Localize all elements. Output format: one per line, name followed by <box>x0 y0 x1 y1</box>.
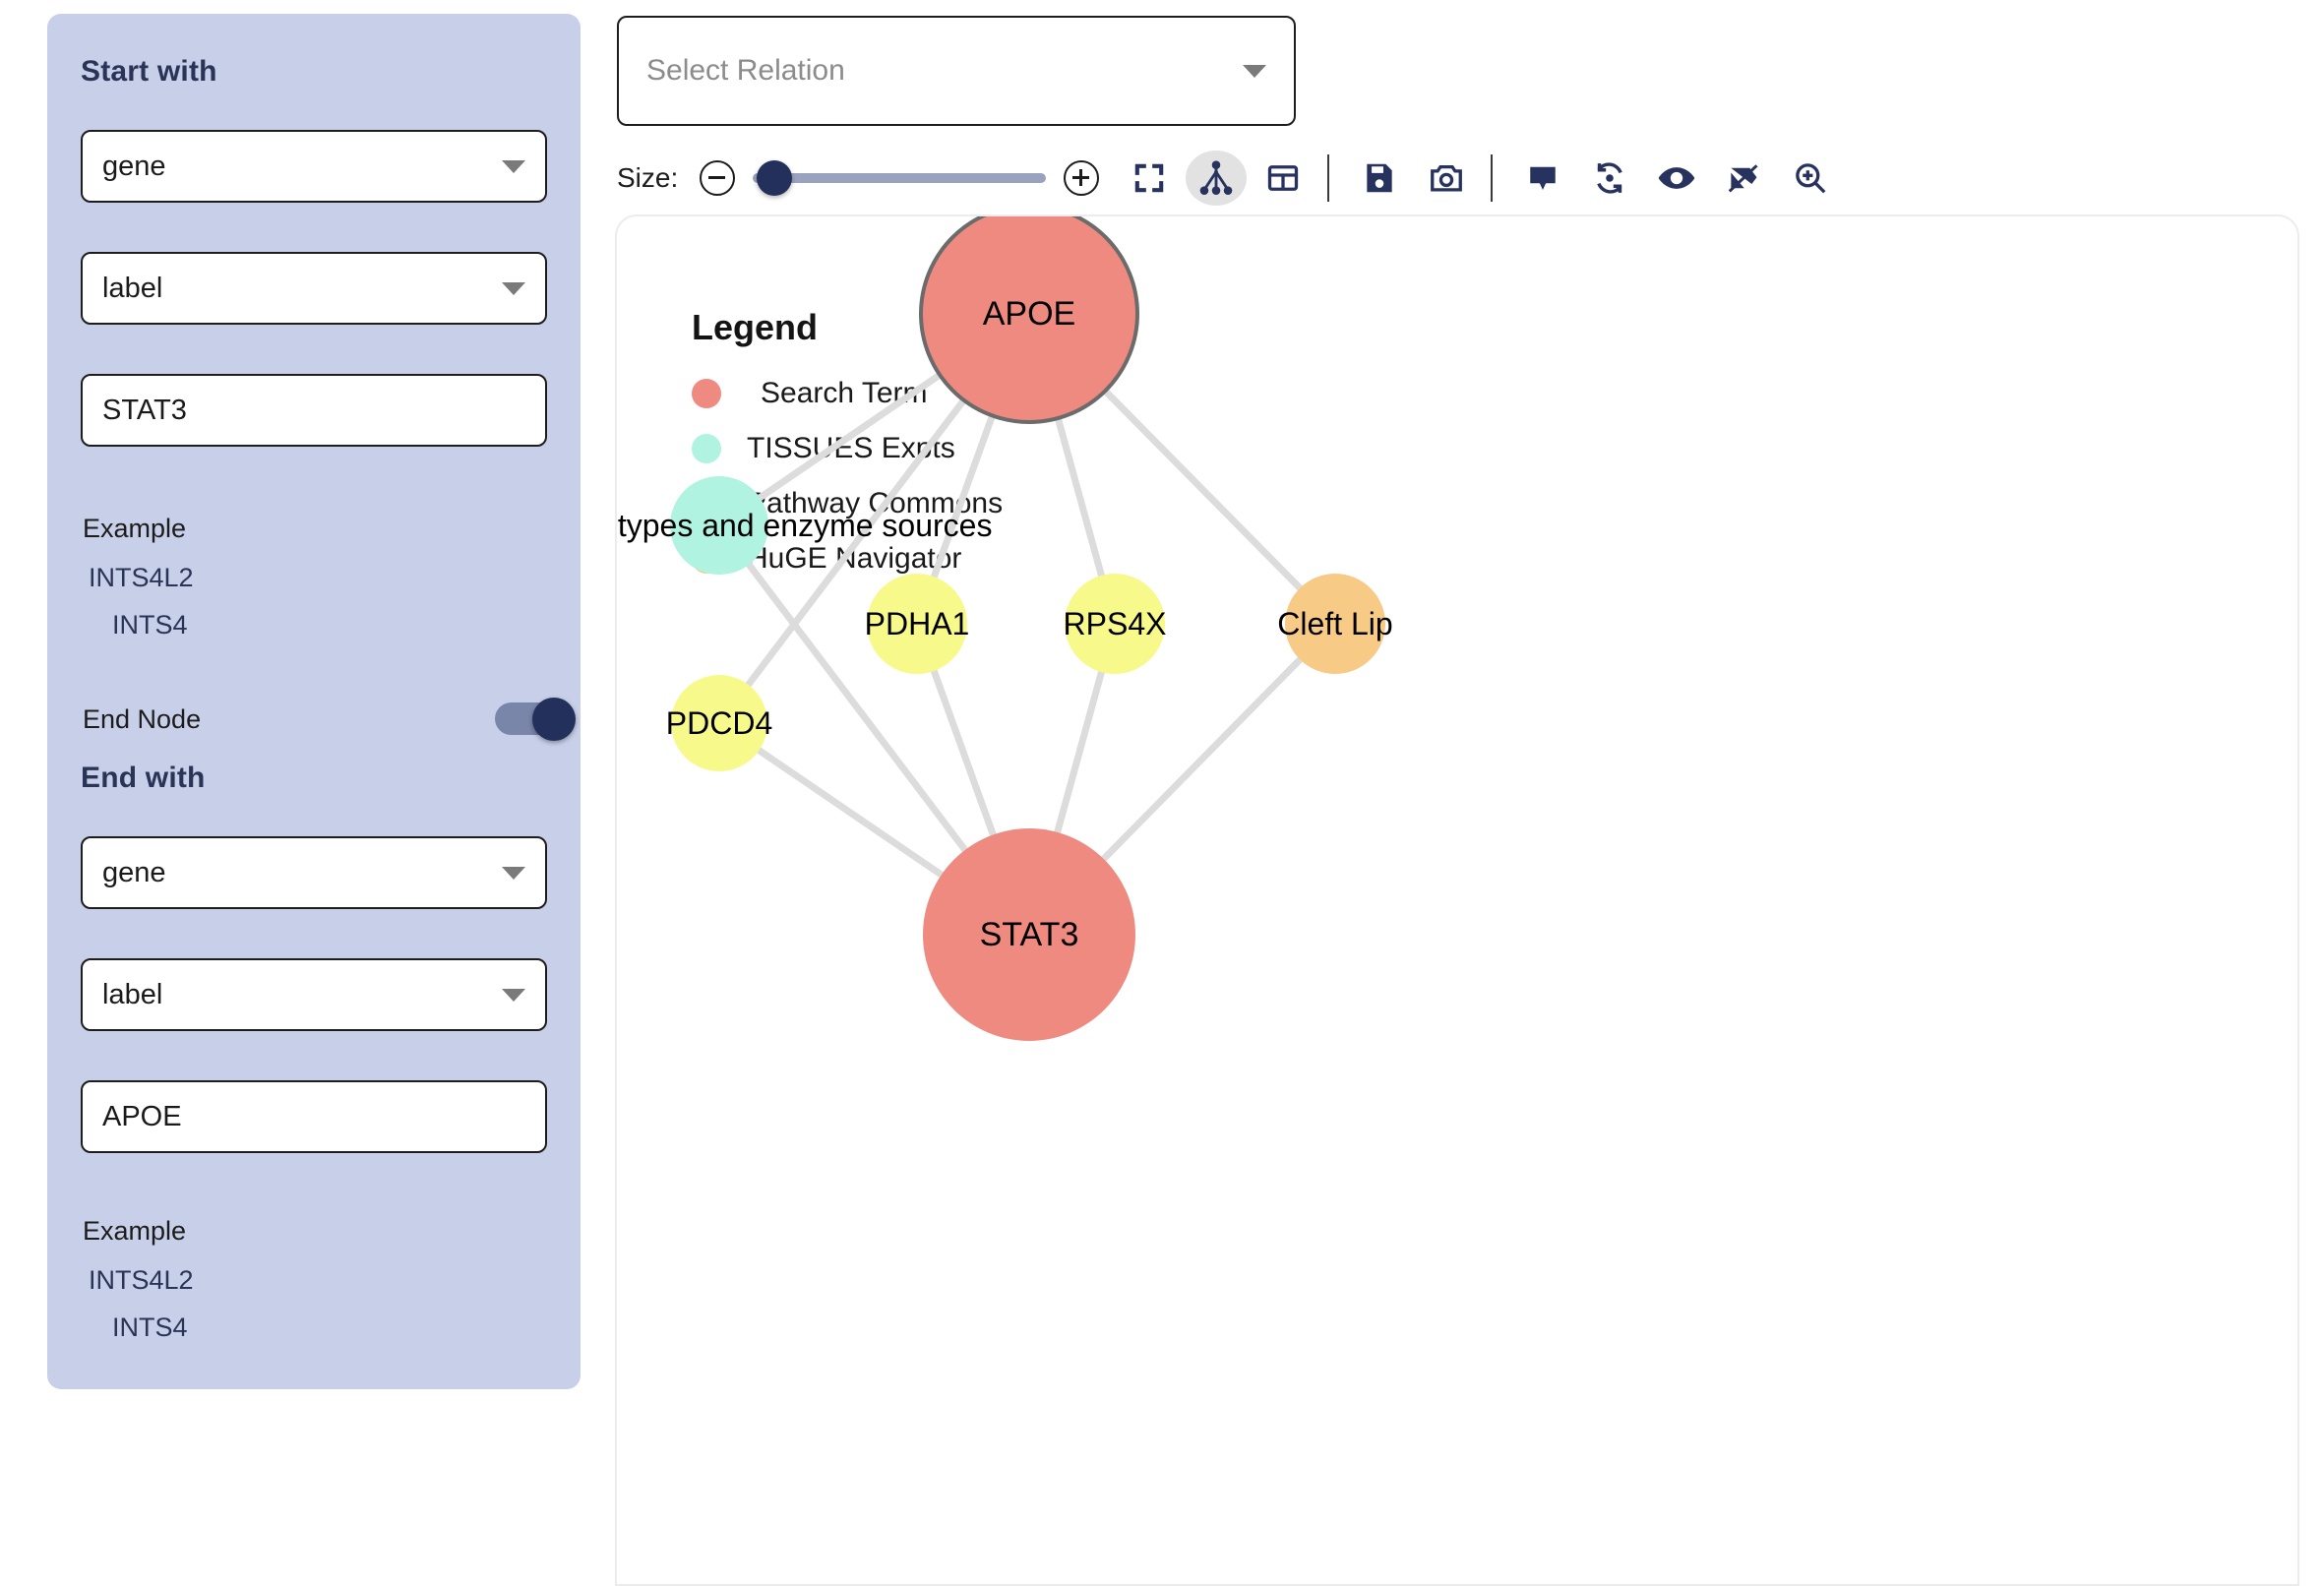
start-example-label: Example <box>83 514 187 543</box>
query-builder-panel: Start with gene label STAT3 Example INTS… <box>47 14 581 1389</box>
graph-node-label: APOE <box>983 295 1075 333</box>
start-with-heading: Start with <box>81 55 217 88</box>
graph-node-label: PDCD4 <box>666 705 772 741</box>
start-node-type-select[interactable]: gene <box>81 130 547 203</box>
comment-icon[interactable] <box>1512 151 1573 206</box>
network-graph-icon[interactable] <box>1186 151 1248 206</box>
graph-node-label: Cleft Lip <box>1277 606 1392 641</box>
graph-node[interactable]: tissues, cell types and enzyme sources <box>617 476 992 575</box>
network-graph-svg[interactable]: APOE STAT3 tissues, cell types and enzyme … <box>617 216 2299 1586</box>
camera-icon[interactable] <box>1416 151 1477 206</box>
slider-track <box>753 173 1047 183</box>
zoom-in-icon[interactable] <box>1780 151 1841 206</box>
app-root: Start with gene label STAT3 Example INTS… <box>0 0 2324 1586</box>
eye-icon[interactable] <box>1646 151 1707 206</box>
size-slider[interactable] <box>753 158 1047 198</box>
toolbar-divider <box>1491 154 1494 202</box>
graph-node[interactable]: PDCD4 <box>666 675 772 771</box>
fullscreen-icon[interactable] <box>1119 151 1180 206</box>
graph-node-label: STAT3 <box>980 916 1079 953</box>
graph-node[interactable]: RPS4X <box>1064 574 1167 674</box>
graph-node-label: RPS4X <box>1064 606 1167 641</box>
toggle-thumb <box>532 698 576 741</box>
chevron-down-icon <box>502 866 525 880</box>
size-decrease-button[interactable] <box>700 160 736 196</box>
table-view-icon[interactable] <box>1253 151 1314 206</box>
start-node-value-text: STAT3 <box>102 394 187 426</box>
size-increase-button[interactable] <box>1064 160 1100 196</box>
chevron-down-icon <box>502 988 525 1002</box>
end-with-heading: End with <box>81 762 206 794</box>
graph-node[interactable]: PDHA1 <box>865 574 970 674</box>
start-example-item-2: INTS4 <box>112 610 188 640</box>
graph-node[interactable]: STAT3 <box>923 828 1135 1041</box>
end-node-value-input[interactable]: APOE <box>81 1080 547 1153</box>
end-node-attribute-select[interactable]: label <box>81 958 547 1031</box>
graph-node[interactable]: Cleft Lip <box>1277 574 1393 674</box>
relation-select-placeholder: Select Relation <box>646 54 845 87</box>
graph-toolbar: Size: <box>617 148 1841 209</box>
start-node-type-value: gene <box>102 150 166 182</box>
end-node-value-text: APOE <box>102 1100 182 1132</box>
end-node-attribute-value: label <box>102 978 163 1010</box>
chevron-down-icon <box>502 159 525 173</box>
end-node-toggle[interactable] <box>495 698 576 741</box>
start-node-attribute-value: label <box>102 272 163 304</box>
graph-node-label: tissues, cell types and enzyme sources <box>617 508 992 543</box>
label-off-icon[interactable] <box>1713 151 1774 206</box>
start-node-value-input[interactable]: STAT3 <box>81 374 547 447</box>
toolbar-divider <box>1327 154 1330 202</box>
graph-node-label: PDHA1 <box>865 606 970 641</box>
slider-thumb[interactable] <box>757 160 793 196</box>
refresh-icon[interactable] <box>1579 151 1640 206</box>
chevron-down-icon <box>502 281 525 295</box>
graph-canvas[interactable]: Legend Search Term TISSUES Expts Pathway… <box>615 214 2299 1586</box>
relation-select[interactable]: Select Relation <box>617 16 1296 126</box>
save-icon[interactable] <box>1349 151 1410 206</box>
size-label: Size: <box>617 162 679 193</box>
end-node-type-value: gene <box>102 856 166 888</box>
start-example-item-1: INTS4L2 <box>89 563 194 592</box>
chevron-down-icon <box>1243 64 1266 78</box>
end-example-item-2: INTS4 <box>112 1312 188 1342</box>
start-node-attribute-select[interactable]: label <box>81 252 547 325</box>
end-node-type-select[interactable]: gene <box>81 836 547 909</box>
graph-node[interactable]: APOE <box>919 216 1139 424</box>
end-example-label: Example <box>83 1216 187 1246</box>
graph-node-layer: APOE STAT3 tissues, cell types and enzyme … <box>617 216 1393 1041</box>
end-example-item-1: INTS4L2 <box>89 1265 194 1295</box>
end-node-toggle-label: End Node <box>83 704 202 734</box>
